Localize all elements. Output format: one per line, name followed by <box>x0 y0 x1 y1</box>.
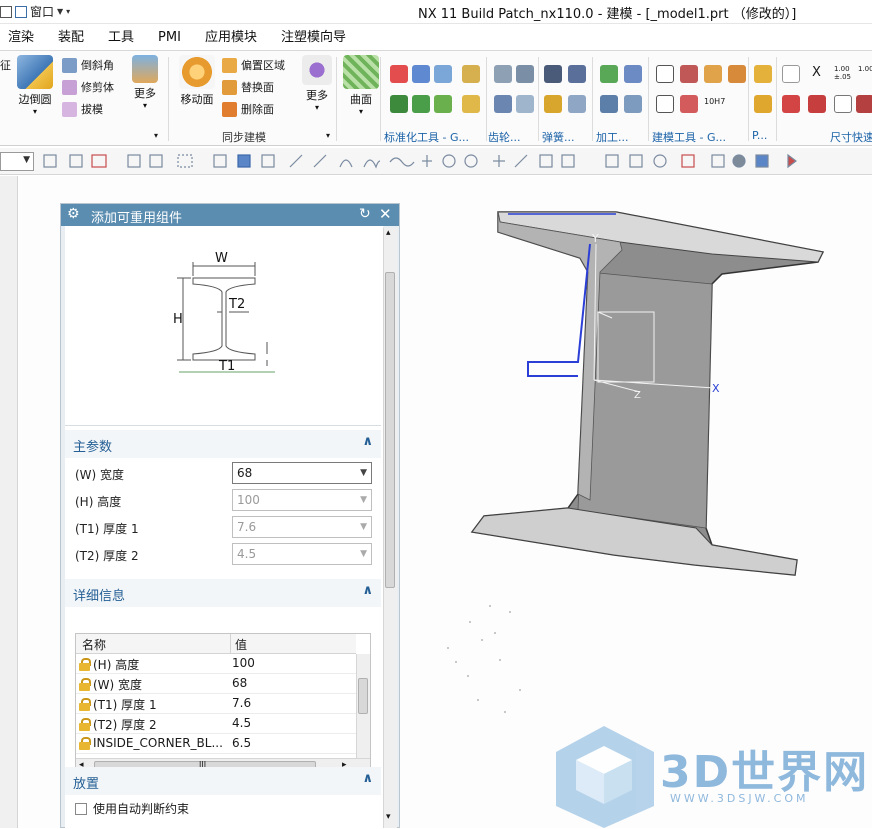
row-value: 4.5 <box>232 716 252 730</box>
details-title: 详细信息 <box>73 589 126 604</box>
scroll-up-icon[interactable]: ▴ <box>386 228 391 238</box>
row-value: 7.6 <box>232 696 252 710</box>
axis-y-label: Y <box>591 232 599 245</box>
preview-label-t1: T1 <box>218 359 235 374</box>
width-dropdown[interactable]: 68 ▼ <box>232 462 372 484</box>
dialog-header[interactable]: ⚙ 添加可重用组件 ↻ ✕ <box>61 204 399 226</box>
row-name: INSIDE_CORNER_BL... <box>93 736 223 750</box>
details-table: 名称 值 (H) 高度 100 (W) 宽度 68 (T1) 厚度 1 7.6 … <box>75 633 371 775</box>
main-params-title: 主参数 <box>73 440 113 455</box>
unlock-icon[interactable] <box>78 698 91 711</box>
table-row[interactable]: (T2) 厚度 2 4.5 <box>76 714 356 734</box>
preview-label-t2: T2 <box>228 297 245 312</box>
preview-label-w: W <box>215 251 228 266</box>
param-row-height: (H) 高度 100 ▼ <box>65 489 381 513</box>
param-value: 7.6 <box>237 520 257 534</box>
axis-x-label: X <box>712 382 720 395</box>
axis-z-label: Z <box>634 390 641 401</box>
param-value: 4.5 <box>237 547 257 561</box>
scroll-thumb[interactable] <box>358 678 368 714</box>
column-header-value[interactable]: 值 <box>230 634 356 654</box>
chevron-down-icon: ▼ <box>360 468 367 478</box>
chevron-down-icon: ▼ <box>360 549 367 559</box>
table-row[interactable]: (T1) 厚度 1 7.6 <box>76 694 356 714</box>
row-name: (T1) 厚度 1 <box>93 698 157 712</box>
selected-edge <box>527 243 591 377</box>
param-label: (W) 宽度 <box>75 468 125 482</box>
chevron-down-icon: ▼ <box>360 522 367 532</box>
unlock-icon[interactable] <box>78 678 91 691</box>
scroll-down-icon[interactable]: ▾ <box>386 812 391 822</box>
param-row-t2: (T2) 厚度 2 4.5 ▼ <box>65 543 381 567</box>
unlock-icon[interactable] <box>78 718 91 731</box>
table-vertical-scrollbar[interactable] <box>356 654 370 758</box>
placement-title: 放置 <box>73 777 100 792</box>
row-name: (W) 宽度 <box>93 678 143 692</box>
dialog-title: 添加可重用组件 <box>91 211 183 226</box>
param-value: 100 <box>237 493 260 507</box>
thickness1-dropdown: 7.6 ▼ <box>232 516 372 538</box>
param-label: (T2) 厚度 2 <box>75 549 139 563</box>
auto-constraint-checkbox[interactable] <box>75 802 87 815</box>
row-name: (T2) 厚度 2 <box>93 718 157 732</box>
section-preview: W H T2 T1 <box>65 226 381 426</box>
i-profile <box>192 277 256 361</box>
thickness2-dropdown: 4.5 ▼ <box>232 543 372 565</box>
watermark-brand: 3D世界网 <box>660 747 870 798</box>
i-section-diagram: W H T2 T1 <box>173 251 275 374</box>
column-header-name[interactable]: 名称 <box>76 634 230 654</box>
watermark-logo-icon <box>556 726 654 828</box>
row-name: (H) 高度 <box>93 658 140 672</box>
param-row-width: (W) 宽度 68 ▼ <box>65 462 381 486</box>
auto-constraint-checkbox-row[interactable]: 使用自动判断约束 <box>75 800 189 817</box>
placement-header[interactable]: 放置 ∧ <box>65 767 381 795</box>
i-beam-model[interactable] <box>470 211 825 576</box>
chevron-up-icon: ∧ <box>362 771 373 786</box>
param-row-t1: (T1) 厚度 1 7.6 ▼ <box>65 516 381 540</box>
details-header[interactable]: 详细信息 ∧ <box>65 579 381 607</box>
row-value: 6.5 <box>232 736 252 750</box>
add-reusable-component-dialog: ⚙ 添加可重用组件 ↻ ✕ W H T2 T1 主参数 ∧ (W) 宽度 68 … <box>60 203 400 829</box>
row-value: 100 <box>232 656 255 670</box>
selection-toolbar-icons[interactable] <box>43 153 797 169</box>
reset-icon[interactable]: ↻ <box>359 206 371 222</box>
auto-constraint-label: 使用自动判断约束 <box>93 802 190 816</box>
scroll-thumb[interactable] <box>385 272 395 588</box>
gear-icon: ⚙ <box>67 206 80 222</box>
dialog-body: W H T2 T1 主参数 ∧ (W) 宽度 68 ▼ (H) 高度 100 ▼ <box>65 226 383 829</box>
param-value: 68 <box>237 466 253 480</box>
viewport-noise <box>447 605 521 713</box>
unlock-icon[interactable] <box>78 736 91 750</box>
height-dropdown: 100 ▼ <box>232 489 372 511</box>
main-params-header[interactable]: 主参数 ∧ <box>65 430 381 458</box>
table-row[interactable]: (W) 宽度 68 <box>76 674 356 694</box>
close-icon[interactable]: ✕ <box>379 205 392 223</box>
watermark-url: WWW.3DSJW.COM <box>670 792 809 805</box>
param-label: (H) 高度 <box>75 495 122 509</box>
dialog-vertical-scrollbar[interactable]: ▴ ▾ <box>383 228 397 828</box>
table-row[interactable]: (H) 高度 100 <box>76 654 356 674</box>
table-row[interactable]: INSIDE_CORNER_BL... 6.5 <box>76 734 356 754</box>
preview-label-h: H <box>173 312 183 327</box>
param-label: (T1) 厚度 1 <box>75 522 139 536</box>
row-value: 68 <box>232 676 248 690</box>
chevron-up-icon: ∧ <box>362 583 373 598</box>
chevron-down-icon: ▼ <box>360 495 367 505</box>
beam-bottom-flange <box>471 507 798 576</box>
unlock-icon[interactable] <box>78 658 91 671</box>
chevron-up-icon: ∧ <box>362 434 373 449</box>
